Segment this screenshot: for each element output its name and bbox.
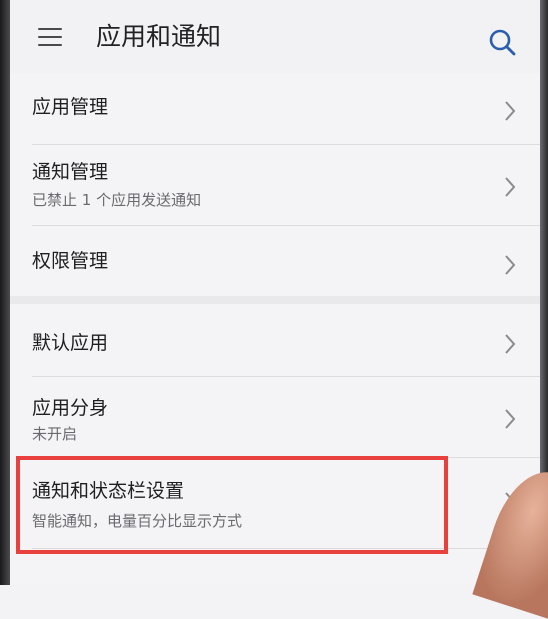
chevron-right-icon xyxy=(505,334,516,354)
list-item-subtitle: 未开启 xyxy=(32,425,78,443)
list-item-notification-management[interactable]: 通知管理 已禁止 1 个应用发送通知 xyxy=(10,145,540,225)
chevron-right-icon xyxy=(505,101,516,121)
list-item-app-twin[interactable]: 应用分身 未开启 xyxy=(10,377,540,457)
app-bar: 应用和通知 xyxy=(10,0,540,74)
list-item-label: 应用管理 xyxy=(32,96,109,118)
list-item-label: 应用分身 xyxy=(32,397,109,419)
chevron-right-icon xyxy=(505,255,516,275)
list-item-label: 权限管理 xyxy=(32,250,109,272)
list-item-permission-management[interactable]: 权限管理 xyxy=(10,226,540,296)
list-item-app-management[interactable]: 应用管理 xyxy=(10,74,540,144)
list-item-label: 通知管理 xyxy=(32,161,109,183)
hamburger-menu-icon[interactable] xyxy=(34,22,68,52)
settings-screen: 应用和通知 应用管理 通知管理 已禁止 1 个应用发送通知 权限管理 默认应用 … xyxy=(10,0,540,585)
list-item-subtitle: 智能通知，电量百分比显示方式 xyxy=(32,512,243,530)
section-separator xyxy=(10,296,540,304)
list-item-label: 通知和状态栏设置 xyxy=(32,480,185,502)
search-icon[interactable] xyxy=(488,28,518,58)
chevron-right-icon xyxy=(505,177,516,197)
list-item-default-apps[interactable]: 默认应用 xyxy=(10,304,540,376)
list-item-notification-statusbar-settings[interactable]: 通知和状态栏设置 智能通知，电量百分比显示方式 xyxy=(10,458,540,548)
device-bezel-left xyxy=(0,0,10,585)
list-item-subtitle: 已禁止 1 个应用发送通知 xyxy=(32,191,202,209)
chevron-right-icon xyxy=(505,409,516,429)
divider xyxy=(32,548,540,549)
list-item-label: 默认应用 xyxy=(32,332,109,354)
page-title: 应用和通知 xyxy=(96,22,222,51)
